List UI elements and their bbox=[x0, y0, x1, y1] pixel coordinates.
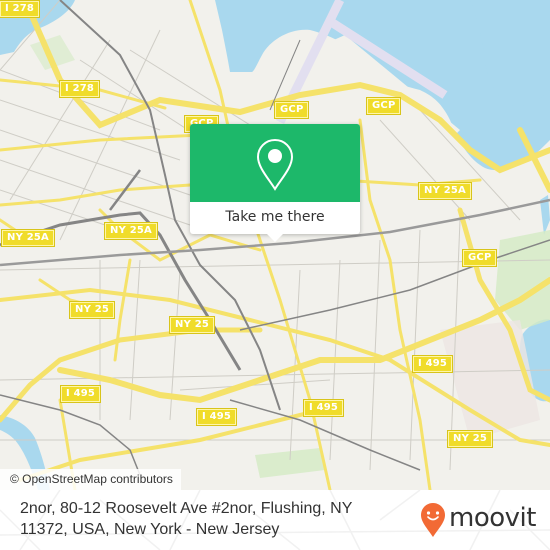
shield-i278-top: I 278 bbox=[0, 0, 41, 18]
shield-i495-3: I 495 bbox=[411, 355, 454, 373]
shield-gcp-3: GCP bbox=[365, 97, 402, 115]
shield-ny25-1: NY 25 bbox=[68, 301, 116, 319]
map-tiles bbox=[0, 0, 550, 490]
moovit-wordmark: moovit bbox=[449, 503, 536, 533]
shield-ny25a-1: NY 25A bbox=[418, 182, 472, 200]
moovit-pin-icon bbox=[421, 503, 445, 537]
map-pin-icon bbox=[256, 138, 294, 191]
map[interactable]: I 278 I 278 GCP GCP GCP NY 25A NY 25A NY… bbox=[0, 0, 550, 490]
shield-i495-1: I 495 bbox=[59, 385, 102, 403]
location-popup: Take me there bbox=[190, 124, 360, 242]
shield-i278: I 278 bbox=[58, 80, 101, 98]
shield-gcp-4: GCP bbox=[461, 249, 498, 267]
address-text: 2nor, 80-12 Roosevelt Ave #2nor, Flushin… bbox=[20, 500, 353, 538]
shield-ny25a-3: NY 25A bbox=[104, 222, 158, 240]
moovit-logo[interactable]: moovit bbox=[420, 502, 536, 538]
footer: 2nor, 80-12 Roosevelt Ave #2nor, Flushin… bbox=[0, 490, 550, 550]
osm-attribution[interactable]: © OpenStreetMap contributors bbox=[0, 469, 181, 490]
take-me-there-button[interactable]: Take me there bbox=[190, 202, 360, 234]
shield-ny25-2: NY 25 bbox=[168, 316, 216, 334]
popup-pointer bbox=[267, 234, 283, 242]
shield-i495-2: I 495 bbox=[195, 408, 238, 426]
shield-i495-4: I 495 bbox=[302, 399, 345, 417]
shield-ny25a-2: NY 25A bbox=[1, 229, 55, 247]
popup-header bbox=[190, 124, 360, 202]
shield-ny25-3: NY 25 bbox=[446, 430, 494, 448]
shield-gcp-2: GCP bbox=[273, 101, 310, 119]
